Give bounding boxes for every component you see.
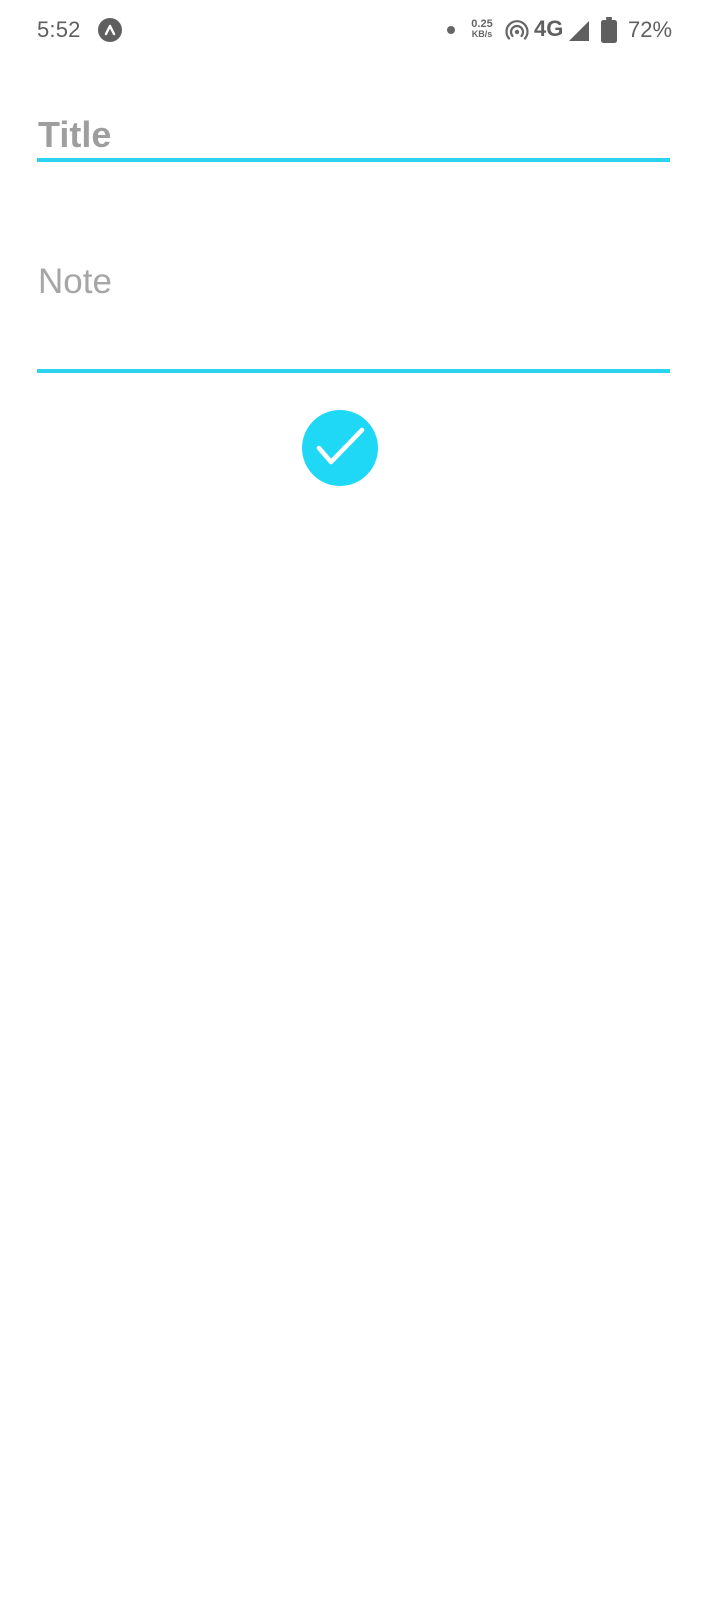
status-time: 5:52 [37, 17, 81, 42]
battery-icon [600, 17, 618, 48]
title-placeholder: Title [38, 114, 112, 155]
note-placeholder: Note [38, 262, 112, 301]
battery-percent: 72% [628, 17, 673, 42]
net-speed-unit: KB/s [471, 29, 493, 39]
hotspot-icon [505, 19, 529, 46]
caret-up-icon [98, 18, 122, 42]
net-speed: 0.25 KB/s [466, 18, 498, 40]
save-button[interactable] [302, 410, 378, 486]
network-type: 4G [534, 16, 564, 41]
note-input[interactable]: Note [37, 250, 670, 373]
net-speed-value: 0.25 [471, 18, 493, 30]
checkmark-icon [316, 427, 365, 465]
signal-icon [568, 20, 590, 47]
status-bar: 5:52 0.25 KB/s 4G 72% [0, 0, 720, 64]
dot-icon [447, 26, 455, 34]
title-input[interactable]: Title [37, 108, 670, 162]
